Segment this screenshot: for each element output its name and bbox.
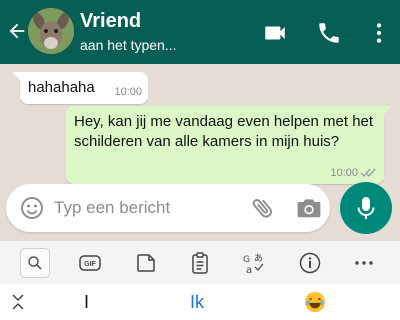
more-options-icon[interactable]	[366, 20, 392, 46]
suggestion-bar: I Ik	[0, 284, 400, 320]
gif-label: GIF	[84, 261, 96, 268]
message-time: 10:00	[330, 167, 358, 179]
message-text: Hey, kan jij me vandaag even helpen met …	[74, 113, 374, 150]
search-icon	[28, 256, 42, 270]
chat-header: Vriend aan het typen...	[0, 0, 400, 64]
collapse-keyboard-icon[interactable]	[10, 292, 26, 312]
clipboard-icon[interactable]	[188, 251, 212, 275]
keyboard-toolbar: GIF G あ a	[0, 240, 400, 284]
back-arrow-icon[interactable]	[6, 20, 28, 42]
message-text: hahahaha	[28, 79, 95, 96]
svg-text:a: a	[246, 265, 252, 275]
video-call-icon[interactable]	[262, 20, 288, 46]
emoji-icon[interactable]	[20, 196, 44, 220]
contact-name[interactable]: Vriend	[80, 10, 141, 33]
sticker-icon[interactable]	[134, 251, 158, 275]
avatar[interactable]	[28, 8, 74, 54]
more-icon[interactable]	[352, 251, 376, 275]
typing-status: aan het typen...	[80, 37, 177, 53]
double-check-icon	[360, 168, 376, 178]
suggestion-left[interactable]: I	[84, 292, 89, 313]
info-icon[interactable]	[298, 251, 322, 275]
incoming-message[interactable]: hahahaha 10:00	[12, 72, 148, 104]
microphone-icon	[357, 197, 375, 219]
keyboard-search-button[interactable]	[20, 248, 50, 278]
laughing-face-icon[interactable]	[304, 291, 326, 313]
svg-text:G: G	[243, 255, 250, 265]
message-input[interactable]	[54, 196, 234, 220]
phone-call-icon[interactable]	[316, 20, 342, 46]
gif-icon[interactable]: GIF	[78, 251, 102, 275]
attach-icon[interactable]	[250, 195, 276, 221]
suggestion-middle[interactable]: Ik	[190, 292, 204, 313]
outgoing-message[interactable]: Hey, kan jij me vandaag even helpen met …	[66, 106, 392, 184]
voice-message-button[interactable]	[340, 182, 392, 234]
message-time: 10:00	[114, 86, 142, 98]
camera-icon[interactable]	[296, 196, 322, 220]
message-composer	[6, 184, 330, 232]
translate-icon[interactable]: G あ a	[242, 251, 266, 275]
svg-text:あ: あ	[254, 253, 263, 264]
